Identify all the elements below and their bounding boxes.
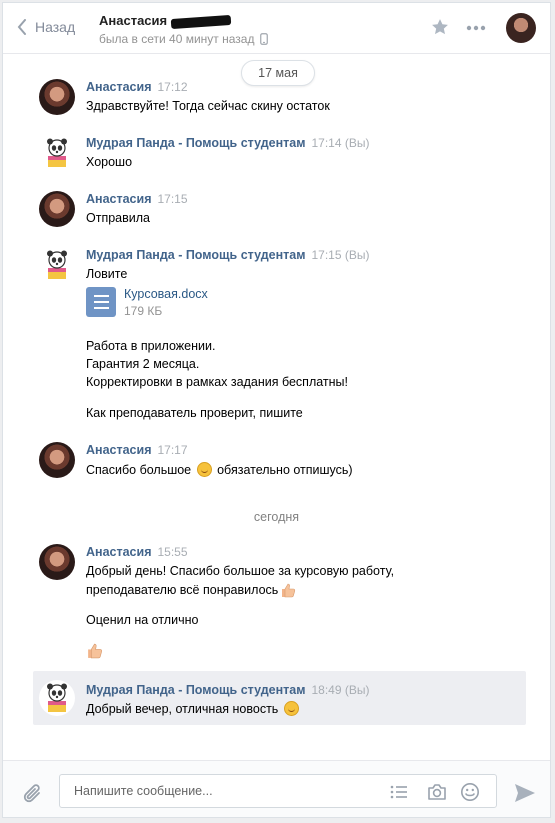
message-text: Гарантия 2 месяца.: [86, 357, 200, 371]
message-text-part: обязательно отпишусь): [217, 463, 353, 477]
message-text: Добрый день! Спасибо большое за курсовую…: [86, 564, 395, 578]
message-item[interactable]: Анастасия 17:12 Здравствуйте! Тогда сейча…: [33, 79, 526, 119]
avatar[interactable]: [39, 442, 75, 478]
message-text: Добрый вечер, отличная новость: [86, 701, 301, 716]
more-icon[interactable]: [466, 21, 486, 35]
message-author[interactable]: Анастасия 17:12: [86, 80, 188, 94]
message-author[interactable]: Мудрая Панда - Помощь студентам 18:49 (Вы…: [86, 683, 369, 697]
message-item[interactable]: Анастасия 15:55 Добрый день! Спасибо боль…: [33, 544, 526, 664]
document-name[interactable]: Курсовая.docx: [124, 287, 208, 301]
redaction-mark: [170, 14, 232, 29]
message-composer: [3, 760, 550, 818]
message-text: Как преподаватель проверит, пишите: [86, 406, 303, 420]
message-text: Ловите: [86, 267, 128, 281]
message-time[interactable]: 17:17: [158, 443, 188, 457]
message-history: 17 мая Анастасия 17:12 Здравствуйте! Тогд…: [3, 54, 550, 760]
template-list-icon[interactable]: [390, 784, 408, 800]
chat-header: Назад Анастасия была в сети 40 минут наз…: [3, 3, 550, 54]
avatar[interactable]: [39, 680, 75, 716]
panda-icon: [47, 138, 67, 167]
paperclip-icon[interactable]: [23, 783, 43, 805]
back-button[interactable]: Назад: [17, 19, 75, 35]
message-text: Корректировки в рамках задания бесплатны…: [86, 375, 349, 389]
contact-avatar[interactable]: [506, 13, 536, 43]
message-text: Работа в приложении.: [86, 339, 216, 353]
author-name: Анастасия: [86, 80, 152, 94]
author-name: Мудрая Панда - Помощь студентам: [86, 683, 306, 697]
status-text: была в сети 40 минут назад: [99, 32, 255, 46]
online-status: была в сети 40 минут назад: [99, 32, 269, 46]
author-name: Анастасия: [86, 545, 152, 559]
message-item[interactable]: Анастасия 17:15 Отправила: [33, 191, 526, 231]
emoji-icon[interactable]: [460, 782, 480, 802]
document-icon: [86, 287, 116, 317]
avatar[interactable]: [39, 247, 75, 283]
camera-icon[interactable]: [427, 783, 447, 801]
back-label: Назад: [35, 19, 76, 35]
document-attachment[interactable]: Курсовая.docx 179 КБ: [86, 287, 208, 318]
message-time[interactable]: 15:55: [158, 545, 188, 559]
message-text: Хорошо: [86, 155, 133, 169]
message-text: Здравствуйте! Тогда сейчас скину остаток: [86, 99, 330, 113]
message-text-part: Добрый вечер, отличная новость: [86, 702, 279, 716]
message-time[interactable]: 17:15 (Вы): [311, 248, 369, 262]
message-text-part: преподавателю всё понравилось: [86, 583, 279, 597]
chevron-left-icon: [17, 19, 26, 35]
message-input[interactable]: [72, 783, 376, 799]
chat-window: Назад Анастасия была в сети 40 минут наз…: [2, 2, 551, 818]
message-author[interactable]: Мудрая Панда - Помощь студентам 17:15 (Вы…: [86, 248, 369, 262]
message-item[interactable]: Анастасия 17:17 Спасибо большое обязатель…: [33, 442, 526, 482]
thumbs-up-emoji-icon: [282, 583, 296, 598]
avatar[interactable]: [39, 544, 75, 580]
smile-emoji-icon: [196, 462, 212, 477]
author-name: Анастасия: [86, 192, 152, 206]
smile-emoji-icon: [283, 701, 299, 716]
message-time[interactable]: 18:49 (Вы): [311, 683, 369, 697]
message-author[interactable]: Анастасия 17:15: [86, 192, 188, 206]
message-time[interactable]: 17:15: [158, 192, 188, 206]
message-text: Спасибо большое обязательно отпишусь): [86, 462, 353, 477]
avatar[interactable]: [39, 191, 75, 227]
contact-name-text: Анастасия: [99, 13, 168, 28]
message-text: Оценил на отлично: [86, 613, 199, 627]
resize-grip[interactable]: [273, 817, 283, 818]
message-time[interactable]: 17:12: [158, 80, 188, 94]
message-input-box[interactable]: [59, 774, 497, 808]
author-name: Мудрая Панда - Помощь студентам: [86, 248, 306, 262]
message-item[interactable]: Мудрая Панда - Помощь студентам 17:14 (Вы…: [33, 135, 526, 175]
message-author[interactable]: Мудрая Панда - Помощь студентам 17:14 (Вы…: [86, 136, 369, 150]
message-time[interactable]: 17:14 (Вы): [311, 136, 369, 150]
message-text-part: Спасибо большое: [86, 463, 192, 477]
mobile-icon: [260, 33, 269, 45]
message-text: преподавателю всё понравилось: [86, 582, 296, 598]
message-author[interactable]: Анастасия 15:55: [86, 545, 188, 559]
avatar[interactable]: [39, 79, 75, 115]
message-item[interactable]: Мудрая Панда - Помощь студентам 17:15 (Вы…: [33, 247, 526, 427]
message-item-selected[interactable]: Мудрая Панда - Помощь студентам 18:49 (Вы…: [33, 671, 526, 725]
contact-name[interactable]: Анастасия: [99, 13, 232, 29]
avatar[interactable]: [39, 135, 75, 171]
message-author[interactable]: Анастасия 17:17: [86, 443, 188, 457]
author-name: Мудрая Панда - Помощь студентам: [86, 136, 306, 150]
date-separator: сегодня: [253, 510, 300, 524]
thumbs-up-emoji-icon: [88, 643, 103, 659]
author-name: Анастасия: [86, 443, 152, 457]
document-size: 179 КБ: [124, 304, 163, 318]
panda-icon: [47, 683, 67, 712]
panda-icon: [47, 250, 67, 279]
star-icon[interactable]: [430, 17, 450, 37]
send-icon[interactable]: [514, 783, 536, 803]
message-text: Отправила: [86, 211, 150, 225]
